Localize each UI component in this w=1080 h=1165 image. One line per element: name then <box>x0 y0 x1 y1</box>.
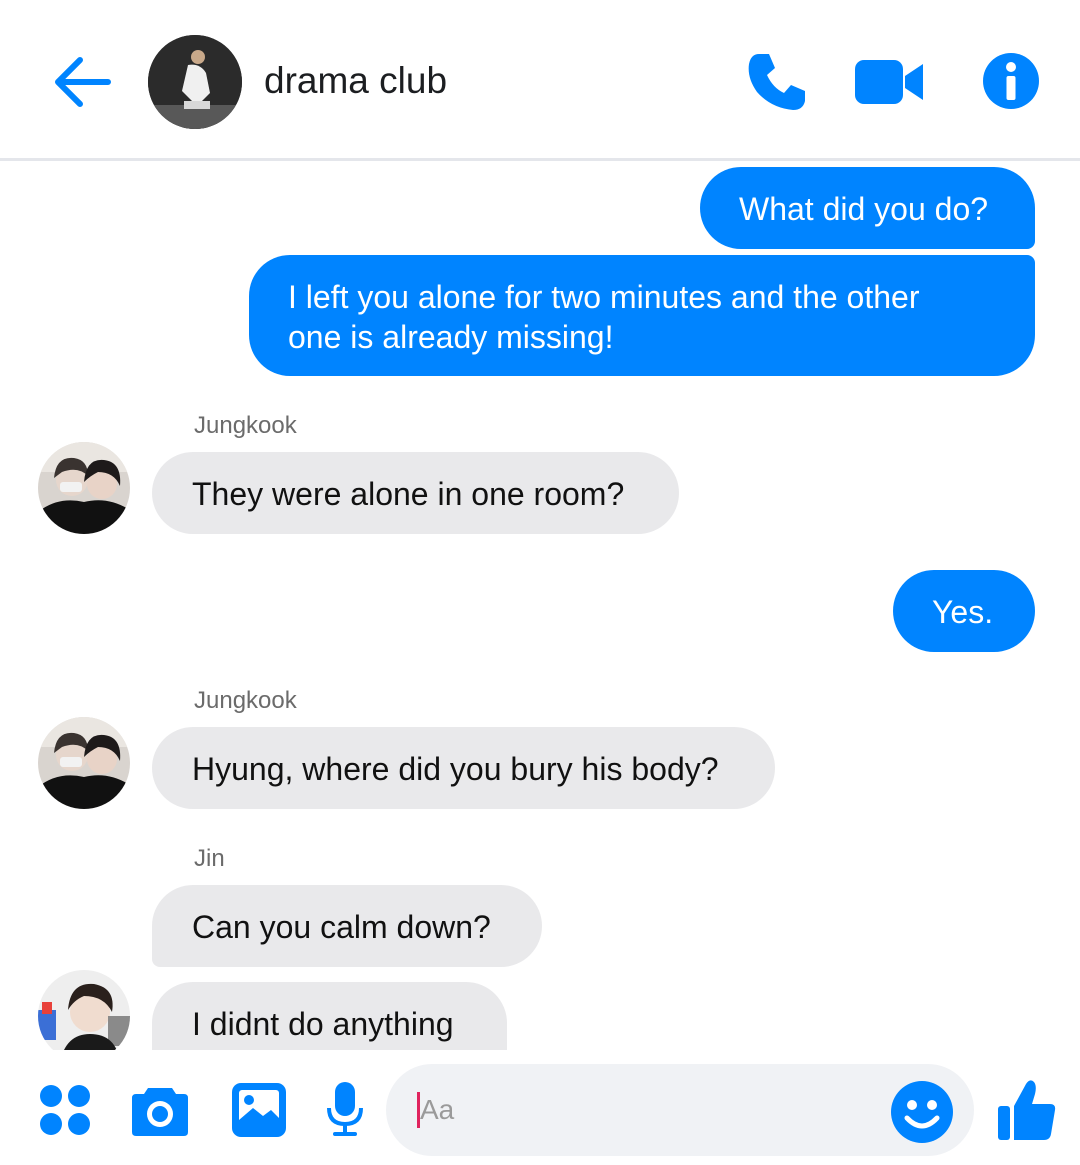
sender-name: Jungkook <box>194 412 297 439</box>
microphone-icon <box>327 1082 363 1136</box>
info-button[interactable] <box>982 52 1040 110</box>
message-input[interactable] <box>386 1064 974 1156</box>
conversation-title[interactable]: drama club <box>264 60 447 102</box>
camera-icon <box>132 1088 188 1136</box>
camera-button[interactable] <box>130 1082 190 1138</box>
conversation-header: drama club <box>0 0 1080 161</box>
message-text: Can you calm down? <box>192 909 491 945</box>
avatar-jungkook[interactable] <box>38 717 130 809</box>
thumbs-up-icon <box>998 1080 1056 1140</box>
like-button[interactable] <box>996 1076 1058 1142</box>
gallery-button[interactable] <box>231 1082 287 1138</box>
avatar-jungkook[interactable] <box>38 442 130 534</box>
image-icon <box>232 1083 286 1137</box>
message-bubble-outgoing[interactable]: I left you alone for two minutes and the… <box>249 255 1035 376</box>
message-input-placeholder: Aa <box>420 1094 455 1125</box>
emoji-icon <box>891 1081 953 1143</box>
voice-clip-button[interactable] <box>325 1080 365 1140</box>
sender-name: Jin <box>194 845 225 872</box>
message-text: Hyung, where did you bury his body? <box>192 751 719 787</box>
sender-name: Jungkook <box>194 687 297 714</box>
apps-grid-icon <box>40 1085 90 1135</box>
info-icon <box>983 53 1039 109</box>
message-bubble-incoming[interactable]: They were alone in one room? <box>152 452 679 534</box>
back-button[interactable] <box>50 50 114 114</box>
message-bubble-outgoing[interactable]: What did you do? <box>700 167 1035 249</box>
message-text-line: I left you alone for two minutes and the… <box>288 279 920 315</box>
apps-button[interactable] <box>38 1083 92 1137</box>
phone-icon <box>748 54 805 110</box>
emoji-button[interactable] <box>890 1080 954 1144</box>
message-text: I didnt do anything <box>192 1006 454 1042</box>
voice-call-button[interactable] <box>745 48 811 114</box>
message-text-line: one is already missing! <box>288 319 614 355</box>
arrow-left-icon <box>55 57 111 107</box>
video-camera-icon <box>855 60 923 104</box>
message-bubble-outgoing[interactable]: Yes. <box>893 570 1035 652</box>
group-avatar[interactable] <box>148 35 242 129</box>
message-bubble-incoming[interactable]: Can you calm down? <box>152 885 542 967</box>
message-text: What did you do? <box>739 191 989 227</box>
message-bubble-incoming[interactable]: Hyung, where did you bury his body? <box>152 727 775 809</box>
avatar-jin[interactable] <box>38 970 130 1062</box>
message-text: Yes. <box>932 594 994 630</box>
message-bubble-incoming[interactable]: I didnt do anything <box>152 982 507 1050</box>
message-text: They were alone in one room? <box>192 476 625 512</box>
video-call-button[interactable] <box>853 52 925 112</box>
